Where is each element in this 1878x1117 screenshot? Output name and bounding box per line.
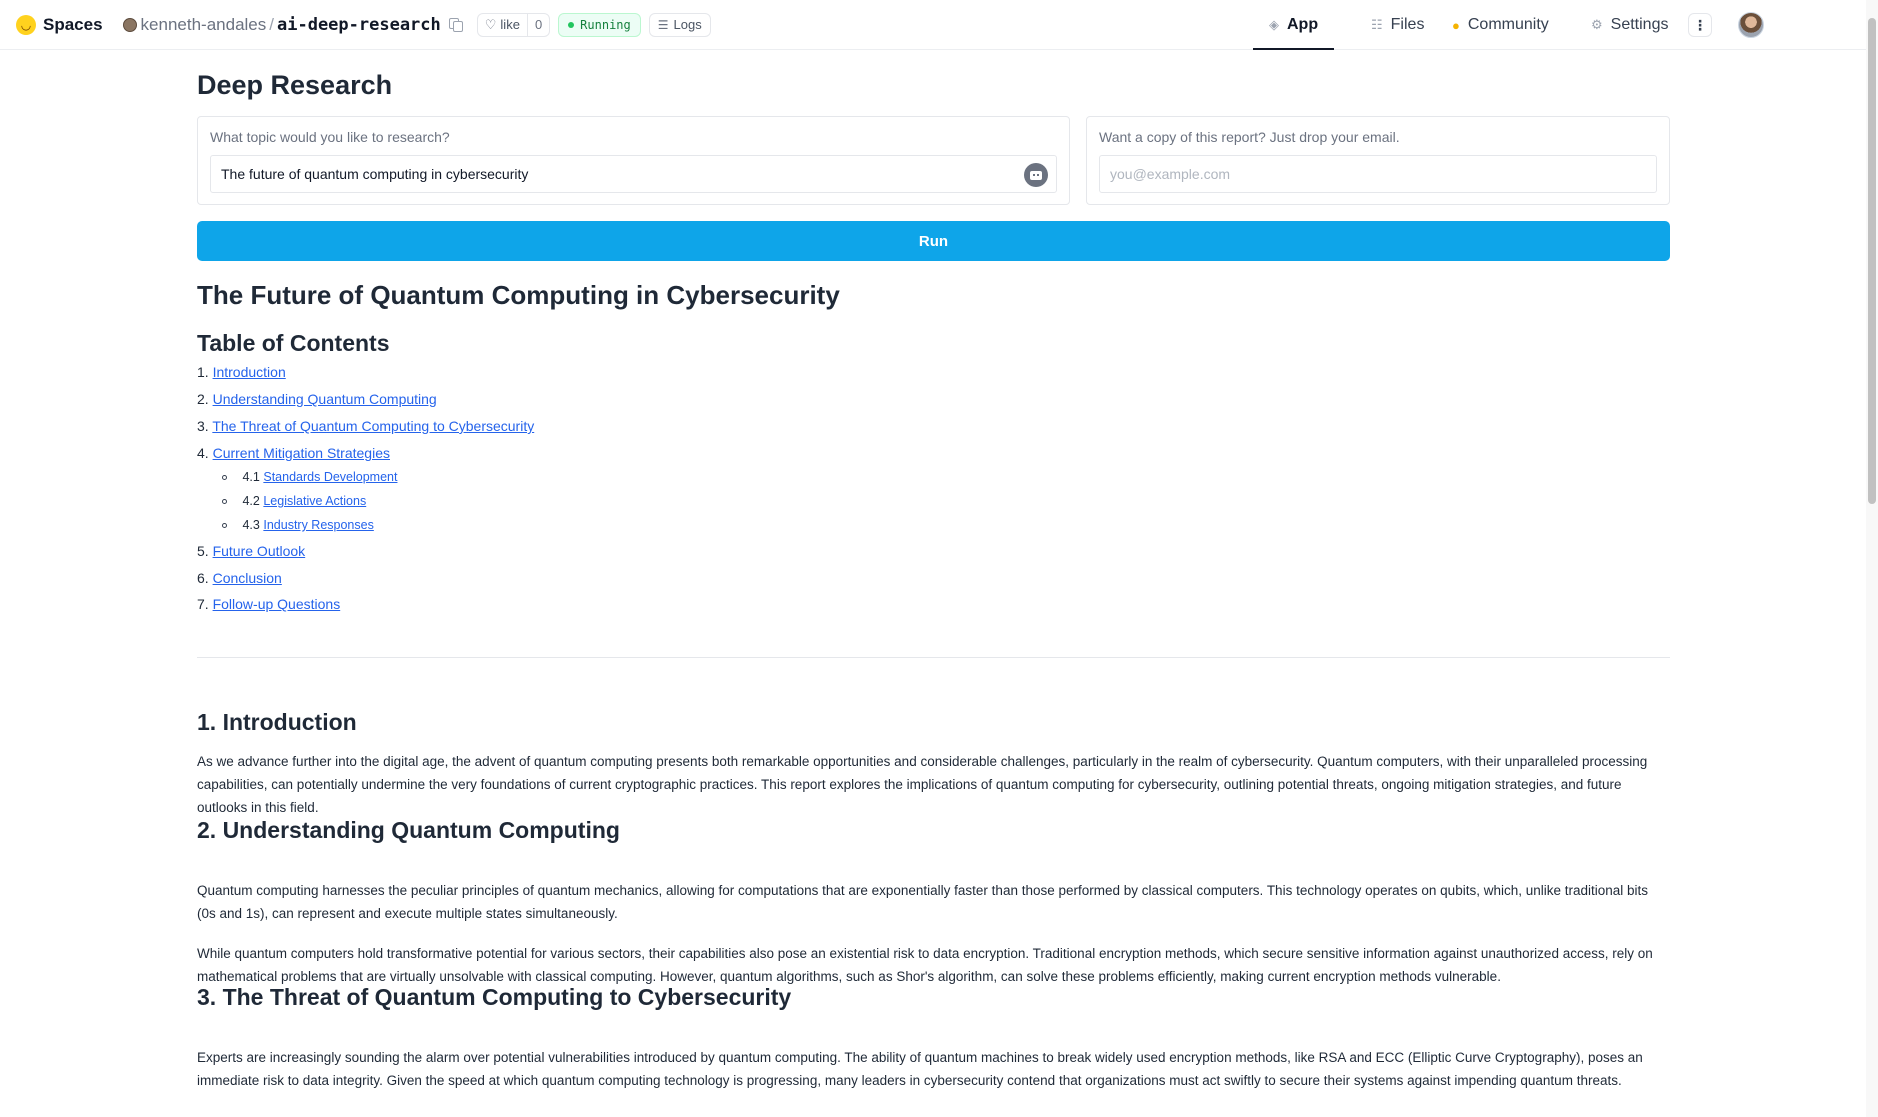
toc-link-conclusion[interactable]: Conclusion	[213, 570, 282, 586]
like-button[interactable]: ♡ like 0	[476, 12, 551, 37]
tab-files-label: Files	[1390, 16, 1425, 33]
copy-icon[interactable]	[448, 18, 463, 32]
community-icon: ●	[1452, 17, 1460, 33]
topic-label: What topic would you like to research?	[210, 129, 450, 145]
owner-avatar	[122, 17, 137, 32]
topic-input[interactable]: The future of quantum computing in cyber…	[210, 155, 1057, 193]
toc-number: 7.	[197, 596, 209, 612]
report-title: The Future of Quantum Computing in Cyber…	[197, 280, 840, 310]
topic-panel: What topic would you like to research? T…	[197, 116, 1070, 205]
toc-heading: Table of Contents	[197, 330, 390, 356]
top-navigation-bar: ◡ Spaces kenneth-andales / ai-deep-resea…	[0, 0, 1866, 50]
email-label: Want a copy of this report? Just drop yo…	[1099, 129, 1400, 145]
run-button-label: Run	[918, 232, 949, 250]
heart-icon: ♡	[484, 16, 497, 32]
more-options-button[interactable]: ⋮	[1688, 13, 1712, 37]
status-text: Running	[580, 17, 631, 32]
toc-link-legislative[interactable]: Legislative Actions	[263, 494, 366, 508]
run-button[interactable]: Run	[197, 221, 1670, 261]
section-heading-threat: 3. The Threat of Quantum Computing to Cy…	[197, 984, 792, 1010]
toc-sub-item: 4.2 Legislative Actions	[222, 494, 366, 508]
like-label-wrap: ♡ like	[478, 14, 527, 36]
toc-link-understanding[interactable]: Understanding Quantum Computing	[213, 391, 437, 407]
tab-settings-label: Settings	[1610, 16, 1669, 33]
page-scrollbar[interactable]	[1866, 0, 1878, 1117]
tab-community[interactable]: ● Community	[1452, 0, 1549, 50]
logs-button[interactable]: ☰ Logs	[648, 12, 711, 37]
section-heading-introduction: 1. Introduction	[197, 709, 357, 735]
status-badge: Running	[558, 12, 641, 37]
robot-icon[interactable]	[1024, 163, 1048, 187]
hugging-face-logo-icon: ◡	[16, 14, 36, 35]
toc-sub-item: 4.3 Industry Responses	[222, 518, 374, 532]
toc-link-introduction[interactable]: Introduction	[213, 364, 286, 380]
toc-link-industry[interactable]: Industry Responses	[263, 518, 373, 532]
spaces-brand[interactable]: ◡ Spaces	[16, 14, 103, 35]
bullet-icon	[222, 499, 227, 505]
app-title: Deep Research	[197, 70, 393, 100]
breadcrumb: kenneth-andales / ai-deep-research	[122, 14, 463, 35]
bullet-icon	[222, 475, 227, 481]
toc-sub-number: 4.3	[242, 518, 260, 532]
status-dot-icon	[568, 21, 575, 28]
toc-link-follow-up[interactable]: Follow-up Questions	[213, 596, 341, 612]
like-label: like	[500, 17, 520, 32]
tab-settings[interactable]: ⚙ Settings	[1591, 0, 1668, 50]
logs-label: Logs	[673, 17, 702, 32]
email-placeholder: you@example.com	[1110, 166, 1231, 182]
toc-link-standards[interactable]: Standards Development	[263, 470, 397, 484]
toc-item: 3. The Threat of Quantum Computing to Cy…	[197, 418, 534, 434]
toc-number: 1.	[197, 364, 209, 380]
breadcrumb-separator: /	[269, 14, 274, 34]
email-panel: Want a copy of this report? Just drop yo…	[1086, 116, 1670, 205]
toc-sub-number: 4.1	[242, 470, 260, 484]
toc-item: 7. Follow-up Questions	[197, 596, 340, 612]
logs-icon: ☰	[657, 17, 669, 32]
paragraph: While quantum computers hold transformat…	[197, 946, 1653, 984]
email-input[interactable]: you@example.com	[1099, 155, 1657, 193]
toc-number: 4.	[197, 445, 209, 461]
toc-link-mitigation[interactable]: Current Mitigation Strategies	[213, 445, 390, 461]
toc-item: 5. Future Outlook	[197, 543, 305, 559]
scrollbar-thumb[interactable]	[1868, 18, 1876, 504]
repo-link[interactable]: ai-deep-research	[277, 15, 441, 35]
tab-community-label: Community	[1467, 16, 1549, 33]
toc-number: 3.	[197, 418, 209, 434]
space-tabs: ◈ App ☷ Files ● Community ⚙ Settings ⋮	[1252, 0, 1866, 50]
toc-item: 6. Conclusion	[197, 570, 282, 586]
tab-app[interactable]: ◈ App	[1252, 0, 1335, 50]
paragraph: As we advance further into the digital a…	[197, 754, 1648, 815]
topic-input-value: The future of quantum computing in cyber…	[221, 166, 529, 182]
toc-link-future-outlook[interactable]: Future Outlook	[213, 543, 306, 559]
toc-number: 2.	[197, 391, 209, 407]
paragraph: Experts are increasingly sounding the al…	[197, 1050, 1643, 1088]
user-avatar[interactable]	[1738, 12, 1764, 38]
gear-icon: ⚙	[1591, 17, 1603, 32]
tab-files[interactable]: ☷ Files	[1371, 0, 1424, 50]
section-heading-understanding: 2. Understanding Quantum Computing	[197, 817, 620, 843]
tab-app-label: App	[1287, 16, 1319, 33]
brand-name: Spaces	[43, 14, 103, 34]
toc-number: 5.	[197, 543, 209, 559]
toc-item: 1. Introduction	[197, 364, 286, 380]
like-count: 0	[526, 13, 549, 36]
cube-icon: ◈	[1269, 17, 1279, 32]
owner-link[interactable]: kenneth-andales	[141, 15, 267, 35]
toc-number: 6.	[197, 570, 209, 586]
toc-sub-item: 4.1 Standards Development	[222, 470, 397, 484]
files-icon: ☷	[1371, 17, 1383, 32]
toc-item: 4. Current Mitigation Strategies	[197, 445, 390, 461]
toc-item: 2. Understanding Quantum Computing	[197, 391, 437, 407]
bullet-icon	[222, 523, 227, 529]
paragraph: Quantum computing harnesses the peculiar…	[197, 883, 1649, 921]
more-options-icon: ⋮	[1693, 16, 1707, 33]
section-divider	[197, 657, 1670, 658]
toc-link-threat[interactable]: The Threat of Quantum Computing to Cyber…	[212, 418, 534, 434]
toc-sub-number: 4.2	[242, 494, 260, 508]
